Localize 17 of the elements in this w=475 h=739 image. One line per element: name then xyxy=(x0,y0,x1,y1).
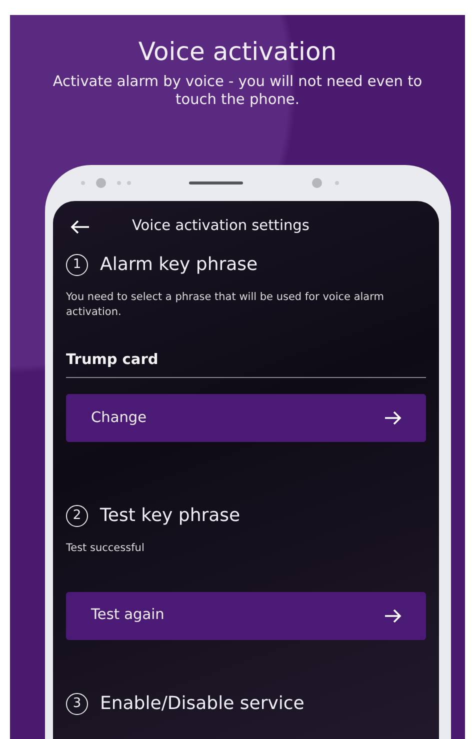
back-icon[interactable] xyxy=(70,220,90,234)
step-number: 2 xyxy=(66,504,88,527)
headline: Voice activation xyxy=(137,36,338,67)
arrow-right-icon xyxy=(384,609,402,624)
subtitle: Activate alarm by voice - you will not need even to touch the phone. xyxy=(52,73,424,110)
arrow-right-icon xyxy=(384,411,402,426)
change-button[interactable]: Change xyxy=(66,394,426,442)
section-title: Enable/Disable service xyxy=(100,692,304,716)
step-number: 1 xyxy=(66,254,88,276)
section-title: Test key phrase xyxy=(100,504,240,528)
step-number: 3 xyxy=(66,692,88,715)
phrase-field[interactable]: Trump card xyxy=(66,350,426,378)
section-description: You need to select a phrase that will be used for voice alarm activation. xyxy=(66,290,385,320)
screen-title: Voice activation settings xyxy=(132,217,310,236)
section-description: Test successful xyxy=(66,541,146,556)
section-title: Alarm key phrase xyxy=(100,253,258,278)
test-again-button[interactable]: Test again xyxy=(66,592,426,640)
